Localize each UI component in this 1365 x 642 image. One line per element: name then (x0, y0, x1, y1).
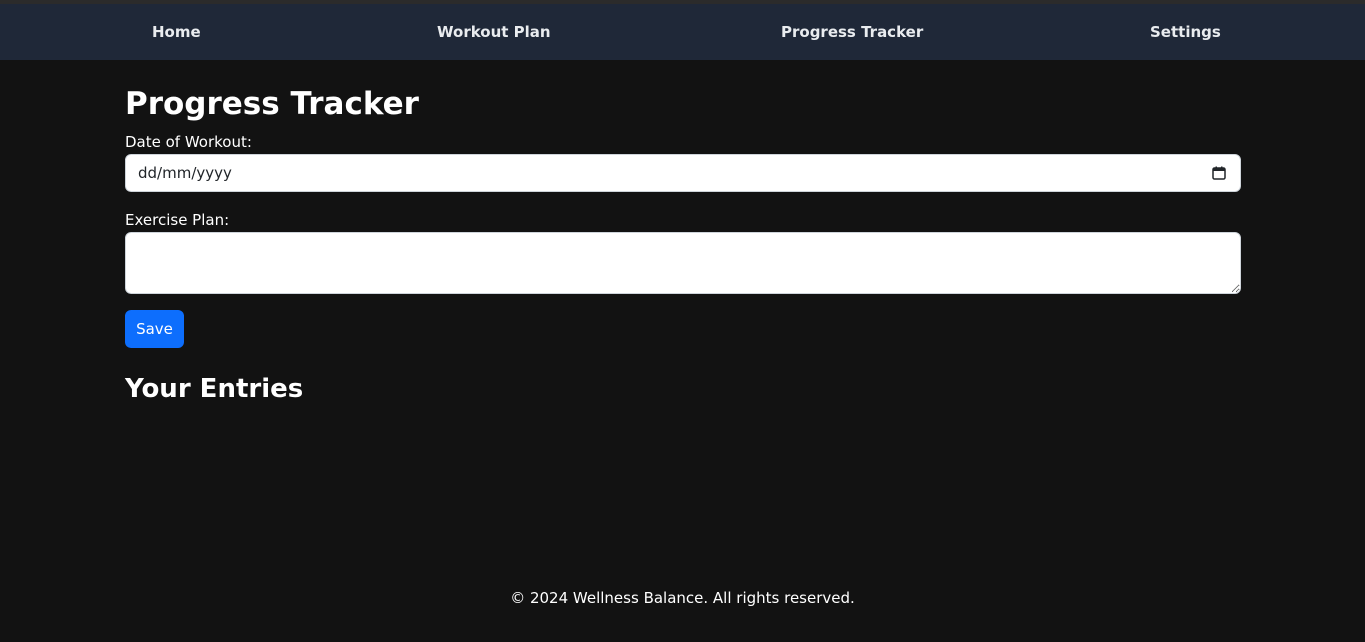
exercise-plan-label: Exercise Plan: (125, 211, 230, 229)
date-field-label: Date of Workout: (125, 133, 252, 151)
date-placeholder: dd/mm/yyyy (138, 164, 232, 182)
nav-item-workout-plan[interactable]: Workout Plan (437, 4, 551, 60)
date-input[interactable]: dd/mm/yyyy (125, 154, 1241, 192)
nav-item-settings[interactable]: Settings (1150, 4, 1221, 60)
entries-heading: Your Entries (125, 374, 304, 404)
save-button[interactable]: Save (125, 310, 184, 348)
calendar-icon[interactable] (1212, 166, 1226, 180)
page-title: Progress Tracker (125, 86, 419, 122)
entries-list (125, 412, 1241, 532)
exercise-plan-textarea[interactable] (125, 232, 1241, 294)
nav-item-progress-tracker[interactable]: Progress Tracker (781, 4, 923, 60)
top-navbar: Home Workout Plan Progress Tracker Setti… (0, 4, 1365, 60)
footer-copyright: © 2024 Wellness Balance. All rights rese… (510, 589, 855, 607)
nav-item-home[interactable]: Home (152, 4, 201, 60)
